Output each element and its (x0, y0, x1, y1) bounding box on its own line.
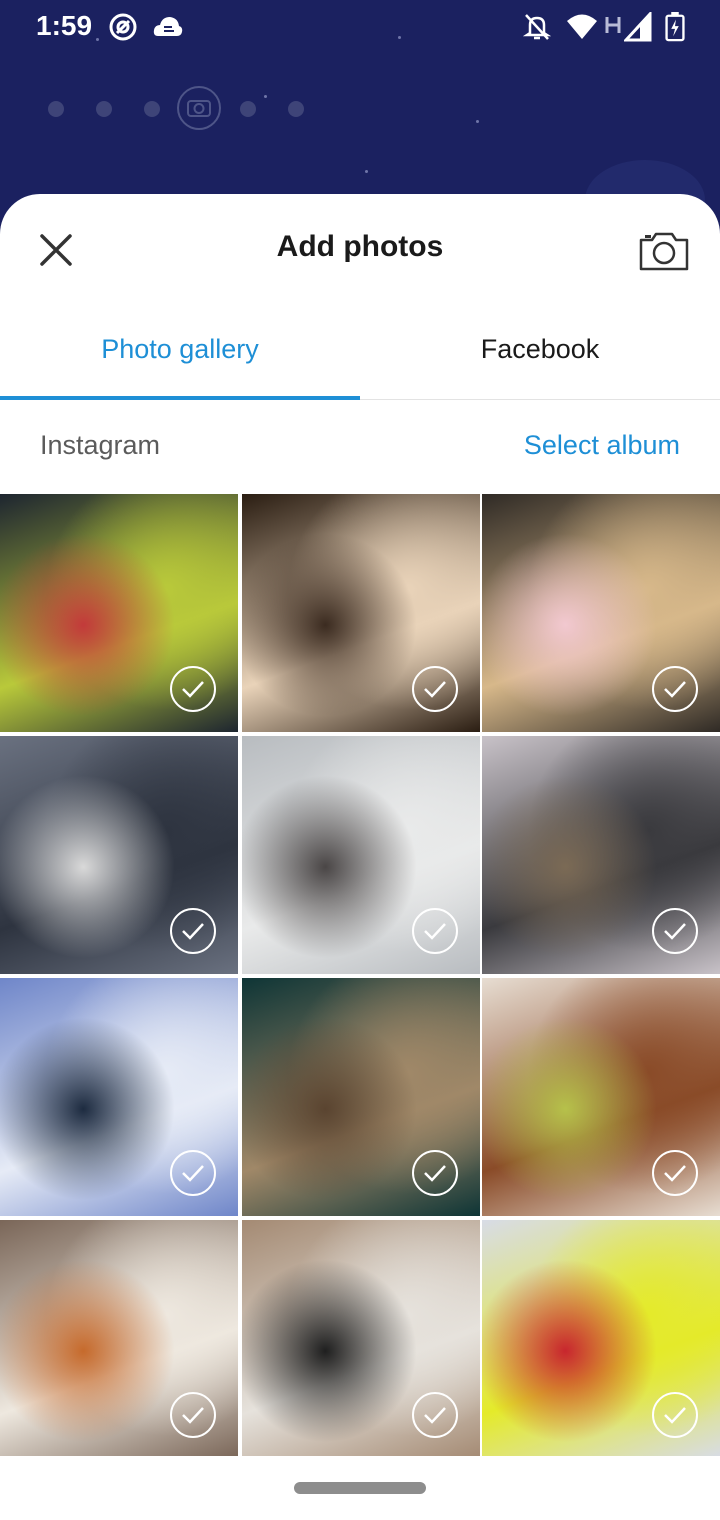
photo-thumbnail[interactable] (482, 1220, 720, 1458)
check-icon[interactable] (652, 1392, 698, 1438)
check-icon[interactable] (170, 1392, 216, 1438)
step-dot (288, 101, 304, 117)
star-dot (365, 170, 368, 173)
check-icon[interactable] (170, 666, 216, 712)
check-icon[interactable] (652, 1150, 698, 1196)
tab-photo-gallery[interactable]: Photo gallery (0, 334, 360, 365)
check-icon[interactable] (170, 1150, 216, 1196)
star-dot (476, 120, 479, 123)
network-h-icon (605, 17, 621, 33)
album-source-label: Instagram (40, 430, 161, 460)
step-dot (240, 101, 256, 117)
step-dot (96, 101, 112, 117)
page-title: Add photos (276, 230, 444, 263)
check-icon[interactable] (412, 908, 458, 954)
photo-thumbnail[interactable] (0, 494, 238, 732)
star-dot (96, 38, 99, 41)
add-photos-sheet: Add photos Photo gallery Facebook Instag… (0, 194, 720, 1520)
photo-thumbnail[interactable] (242, 494, 480, 732)
tab-active-indicator (0, 396, 360, 400)
check-icon[interactable] (170, 908, 216, 954)
step-dot (144, 101, 160, 117)
photo-thumbnail[interactable] (482, 736, 720, 974)
home-indicator[interactable] (294, 1482, 426, 1494)
photo-thumbnail[interactable] (0, 736, 238, 974)
star-dot (264, 95, 267, 98)
signal-icon (624, 12, 652, 42)
photo-thumbnail[interactable] (242, 736, 480, 974)
cloud-sync-icon (153, 17, 183, 36)
camera-icon (187, 100, 211, 117)
photo-thumbnail[interactable] (482, 978, 720, 1216)
photo-thumbnail[interactable] (482, 494, 720, 732)
photo-thumbnail[interactable] (0, 978, 238, 1216)
select-album-link[interactable]: Select album (524, 430, 680, 461)
bell-off-icon (523, 14, 551, 40)
photo-thumbnail[interactable] (242, 1220, 480, 1458)
vpn-icon (109, 13, 137, 41)
check-icon[interactable] (412, 1150, 458, 1196)
photo-thumbnail[interactable] (0, 1220, 238, 1458)
status-time: 1:59 (36, 10, 93, 41)
check-icon[interactable] (652, 666, 698, 712)
tab-facebook[interactable]: Facebook (360, 334, 720, 365)
photo-thumbnail[interactable] (242, 978, 480, 1216)
step-dot (48, 101, 64, 117)
check-icon[interactable] (412, 666, 458, 712)
battery-charging-icon (665, 12, 685, 42)
check-icon[interactable] (652, 908, 698, 954)
check-icon[interactable] (412, 1392, 458, 1438)
star-dot (398, 36, 401, 39)
wifi-icon (567, 14, 597, 39)
step-camera-indicator (177, 86, 221, 130)
camera-icon[interactable] (638, 230, 690, 272)
